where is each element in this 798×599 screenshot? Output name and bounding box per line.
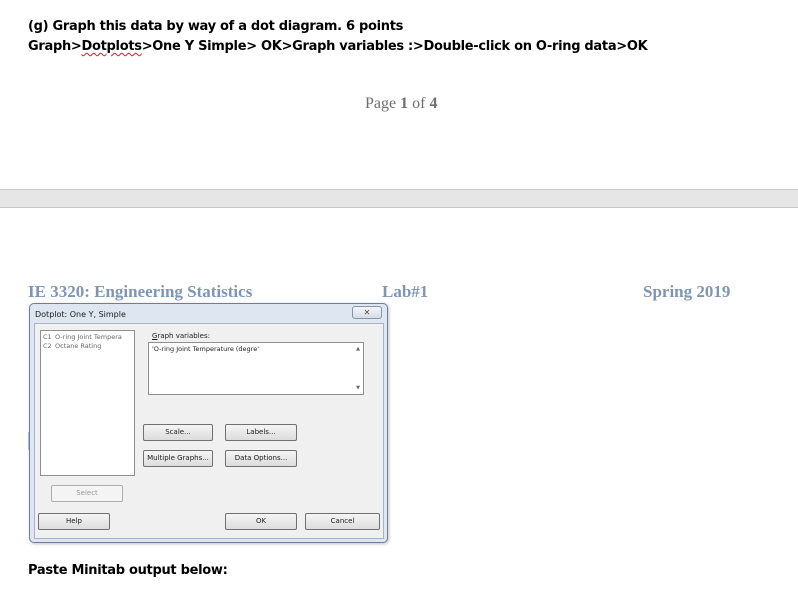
help-button[interactable]: Help [38, 513, 110, 530]
variable-list-item[interactable]: C2 Octane Rating [43, 342, 135, 352]
header-term: Spring 2019 [643, 282, 731, 301]
dialog-title: Dotplot: One Y, Simple [35, 310, 126, 319]
instruction-steps-suffix: >One Y Simple> OK>Graph variables :>Doub… [141, 39, 648, 54]
spellcheck-flagged-word[interactable]: Dotplots [82, 39, 142, 54]
scroll-up-icon[interactable]: ▲ [356, 346, 360, 352]
header-course-title: IE 3320: Engineering Statistics [28, 282, 253, 301]
graph-variables-input[interactable]: 'O-ring Joint Temperature (degre' ▲ ▼ [148, 342, 364, 395]
variable-list[interactable]: C1 O-ring Joint Tempera C2 Octane Rating [40, 330, 135, 476]
page-number-current: 1 [400, 95, 409, 112]
select-button[interactable]: Select [51, 485, 123, 502]
page-number-total: 4 [429, 95, 438, 112]
column-id: C1 [43, 333, 52, 341]
column-name: O-ring Joint Tempera [55, 333, 122, 341]
labels-button[interactable]: Labels... [225, 424, 297, 441]
column-name: Octane Rating [55, 342, 102, 350]
dialog-body: C1 O-ring Joint Tempera C2 Octane Rating G… [34, 323, 384, 539]
close-button[interactable]: ✕ [352, 306, 382, 319]
cancel-button[interactable]: Cancel [305, 513, 380, 530]
page-number-label: Page [365, 95, 397, 112]
scroll-down-icon[interactable]: ▼ [356, 385, 360, 391]
document-page-top: (g) Graph this data by way of a dot diag… [0, 0, 798, 190]
graph-variables-label-text: raph variables: [157, 332, 210, 340]
column-id: C2 [43, 342, 52, 350]
multiple-graphs-button[interactable]: Multiple Graphs... [143, 450, 213, 467]
page-break-gap [0, 189, 798, 208]
close-icon: ✕ [363, 308, 371, 317]
instruction-steps-prefix: Graph> [28, 39, 82, 54]
page-number-footer: Page 1 of 4 [365, 95, 437, 113]
scale-button[interactable]: Scale... [143, 424, 213, 441]
graph-variables-value: 'O-ring Joint Temperature (degre' [152, 345, 259, 353]
instruction-title: (g) Graph this data by way of a dot diag… [28, 19, 404, 34]
ok-button[interactable]: OK [225, 513, 297, 530]
header-lab-number: Lab#1 [382, 282, 429, 301]
instruction-steps: Graph>Dotplots>One Y Simple> OK>Graph va… [28, 39, 648, 54]
paste-prompt: Paste Minitab output below: [28, 563, 228, 578]
graph-variables-label: Graph variables: [152, 332, 210, 340]
data-options-button[interactable]: Data Options... [225, 450, 297, 467]
dotplot-dialog: Dotplot: One Y, Simple ✕ C1 O-ring Joint … [29, 303, 388, 543]
page-number-of: of [412, 95, 426, 112]
